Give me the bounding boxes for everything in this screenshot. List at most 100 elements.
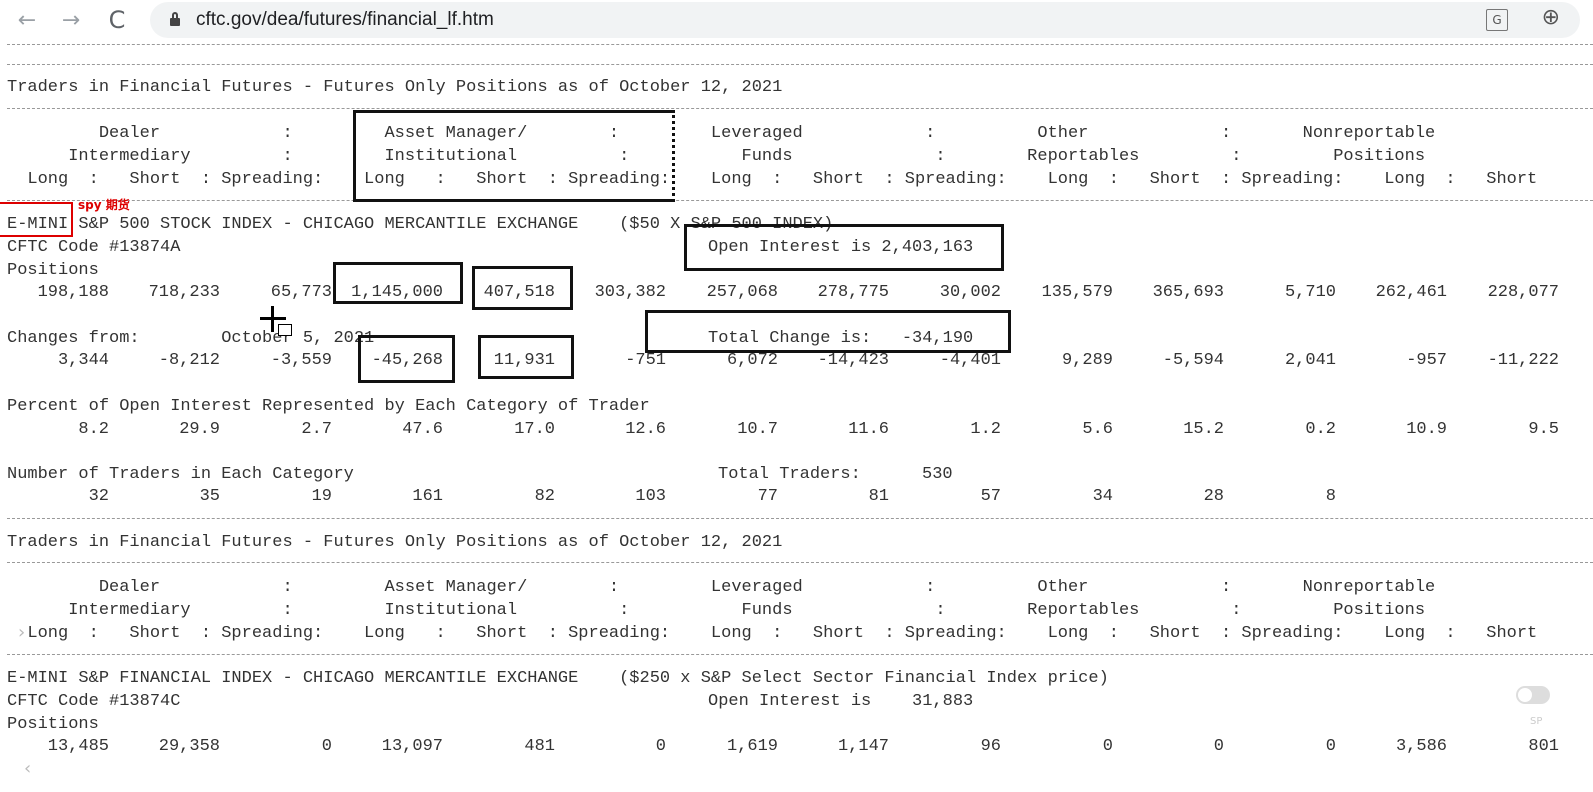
table-cell: -8,212 [158, 351, 220, 370]
highlight-box-am-long [333, 262, 463, 304]
divider [7, 654, 1593, 655]
table-cell: 29.9 [179, 420, 220, 439]
table-cell: 1,619 [726, 737, 778, 756]
highlight-box-am-long-change [358, 335, 455, 383]
cftc-code: CFTC Code #13874C [7, 692, 181, 711]
report-title: Traders in Financial Futures - Futures O… [7, 78, 783, 97]
table-cell: 2,041 [1284, 351, 1336, 370]
side-label: SP [1530, 716, 1543, 727]
column-header-line-1: Dealer : Asset Manager/ : Leveraged : Ot… [7, 124, 1436, 143]
table-cell: 481 [524, 737, 555, 756]
zoom-icon[interactable]: ⊕ [1542, 5, 1560, 30]
table-cell: 257,068 [706, 283, 778, 302]
report-title: Traders in Financial Futures - Futures O… [7, 533, 783, 552]
table-cell: 12.6 [625, 420, 666, 439]
open-interest: Open Interest is 31,883 [708, 692, 974, 711]
table-cell: 81 [868, 487, 889, 506]
table-cell: 11.6 [848, 420, 889, 439]
table-cell: 9.5 [1528, 420, 1559, 439]
table-cell: 57 [980, 487, 1001, 506]
divider [7, 562, 1593, 563]
positions-label: Positions [7, 715, 99, 734]
table-cell: 32 [88, 487, 109, 506]
table-cell: 17.0 [514, 420, 555, 439]
table-cell: -3,559 [270, 351, 332, 370]
table-cell: 3,586 [1395, 737, 1447, 756]
table-cell: 135,579 [1041, 283, 1113, 302]
forward-button[interactable]: → [56, 5, 86, 35]
table-cell: -14,423 [817, 351, 889, 370]
column-header-line-3: Long : Short : Spreading: Long : Short :… [7, 624, 1538, 643]
table-cell: -957 [1406, 351, 1447, 370]
table-cell: -4,401 [939, 351, 1001, 370]
chevron-left-icon[interactable]: ‹ [24, 758, 31, 779]
reload-icon[interactable]: C [102, 5, 132, 35]
annotation-label: spy 期货 [78, 198, 130, 212]
column-header-line-2: Intermediary : Institutional : Funds : R… [7, 601, 1426, 620]
address-bar[interactable]: cftc.gov/dea/futures/financial_lf.htm G … [150, 2, 1580, 38]
translate-icon[interactable]: G [1486, 9, 1508, 31]
table-cell: 262,461 [1375, 283, 1447, 302]
table-cell: -11,222 [1487, 351, 1559, 370]
positions-label: Positions [7, 261, 99, 280]
table-cell: 96 [980, 737, 1001, 756]
cftc-code: CFTC Code #13874A [7, 238, 181, 257]
chevron-right-icon[interactable]: › [18, 622, 25, 643]
table-cell: 65,773 [270, 283, 332, 302]
table-cell: 1,147 [837, 737, 889, 756]
table-cell: -5,594 [1162, 351, 1224, 370]
changes-label: Changes from: October 5, 2021 [7, 329, 375, 348]
table-cell: 29,358 [158, 737, 220, 756]
table-cell: -751 [625, 351, 666, 370]
percent-label: Percent of Open Interest Represented by … [7, 397, 650, 416]
table-cell: 15.2 [1183, 420, 1224, 439]
table-cell: 0.2 [1305, 420, 1336, 439]
table-cell: 0 [321, 737, 332, 756]
contract-name: E-MINI S&P FINANCIAL INDEX - CHICAGO MER… [7, 669, 1109, 688]
divider [7, 64, 1593, 65]
lock-icon[interactable] [170, 12, 180, 26]
table-cell: 10.7 [737, 420, 778, 439]
table-cell: 0 [1325, 737, 1336, 756]
table-cell: 8 [1325, 487, 1336, 506]
table-cell: 13,485 [47, 737, 109, 756]
divider [7, 200, 1593, 201]
table-cell: 718,233 [148, 283, 220, 302]
table-cell: 228,077 [1487, 283, 1559, 302]
url-text[interactable]: cftc.gov/dea/futures/financial_lf.htm [196, 9, 494, 31]
table-cell: 2.7 [301, 420, 332, 439]
red-highlight-box [0, 202, 73, 237]
table-cell: 77 [757, 487, 778, 506]
report-content: Traders in Financial Futures - Futures O… [0, 40, 1593, 792]
table-cell: 19 [311, 487, 332, 506]
column-header-line-1: Dealer : Asset Manager/ : Leveraged : Ot… [7, 578, 1436, 597]
table-cell: 103 [635, 487, 666, 506]
highlight-box-open-interest [684, 224, 1004, 271]
toggle-switch[interactable] [1516, 686, 1550, 704]
back-button[interactable]: ← [12, 5, 42, 35]
mouse-cursor-icon [260, 306, 292, 336]
browser-toolbar: ← → C cftc.gov/dea/futures/financial_lf.… [0, 0, 1593, 40]
column-header-line-3: Long : Short : Spreading: Long : Short :… [7, 170, 1538, 189]
table-cell: 6,072 [726, 351, 778, 370]
table-cell: 3,344 [57, 351, 109, 370]
table-cell: 161 [412, 487, 443, 506]
divider [7, 108, 1593, 109]
table-cell: 82 [534, 487, 555, 506]
table-cell: 5,710 [1284, 283, 1336, 302]
table-cell: 801 [1528, 737, 1559, 756]
table-cell: 47.6 [402, 420, 443, 439]
table-cell: 9,289 [1061, 351, 1113, 370]
table-cell: 0 [655, 737, 666, 756]
table-cell: 10.9 [1406, 420, 1447, 439]
highlight-box-asset-manager [353, 110, 675, 202]
table-cell: 5.6 [1082, 420, 1113, 439]
divider [7, 518, 1593, 519]
table-cell: 0 [1102, 737, 1113, 756]
table-cell: 198,188 [37, 283, 109, 302]
table-cell: 35 [199, 487, 220, 506]
highlight-box-am-short-change [478, 335, 574, 379]
table-cell: 8.2 [78, 420, 109, 439]
table-cell: 28 [1203, 487, 1224, 506]
table-cell: 1.2 [970, 420, 1001, 439]
